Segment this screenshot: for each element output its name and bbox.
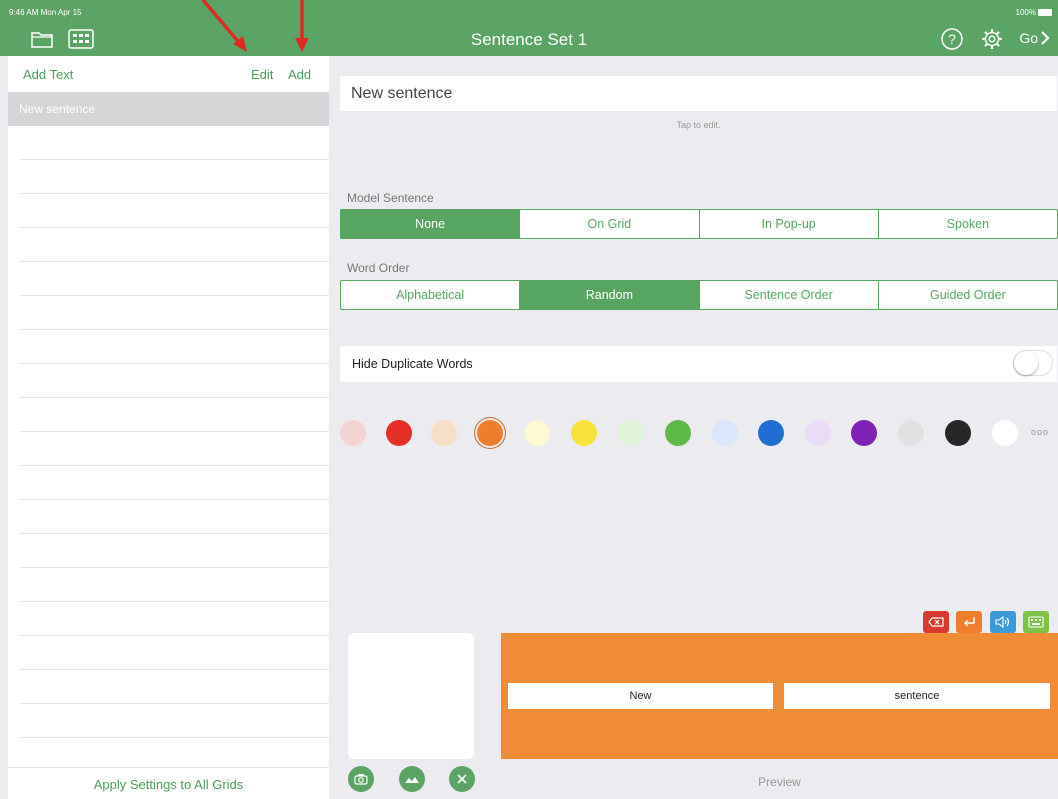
model-option-in-popup[interactable]: In Pop-up [698, 210, 878, 238]
more-colors-button[interactable]: ooo [1031, 427, 1049, 437]
model-sentence-label: Model Sentence [347, 191, 434, 205]
color-swatch[interactable] [571, 420, 597, 446]
preview-label: Preview [758, 775, 801, 789]
color-swatch[interactable] [665, 420, 691, 446]
preview-word[interactable]: sentence [784, 683, 1050, 709]
go-button[interactable]: Go [1019, 30, 1050, 46]
model-sentence-control: None On Grid In Pop-up Spoken [340, 209, 1058, 239]
edit-button[interactable]: Edit [251, 67, 273, 82]
page-title: Sentence Set 1 [470, 30, 588, 49]
color-swatch[interactable] [945, 420, 971, 446]
order-option-guided[interactable]: Guided Order [877, 281, 1057, 309]
preview-word[interactable]: New [508, 683, 773, 709]
hide-duplicates-label: Hide Duplicate Words [352, 357, 473, 371]
color-swatch[interactable] [898, 420, 924, 446]
camera-icon[interactable] [348, 766, 374, 792]
svg-text:?: ? [948, 31, 956, 47]
word-order-label: Word Order [347, 261, 410, 275]
chevron-right-icon [1041, 31, 1050, 45]
order-option-sentence[interactable]: Sentence Order [698, 281, 878, 309]
word-order-control: Alphabetical Random Sentence Order Guide… [340, 280, 1058, 310]
empty-list-rows [20, 126, 329, 766]
sidebar-header: Add Text Edit Add [8, 56, 329, 92]
sidebar: Add Text Edit Add New sentence Apply Set… [8, 56, 329, 799]
sidebar-item-new-sentence[interactable]: New sentence [8, 92, 329, 126]
battery-icon [1038, 9, 1052, 16]
apply-settings-button[interactable]: Apply Settings to All Grids [8, 767, 329, 799]
color-swatch[interactable] [805, 420, 831, 446]
color-swatch[interactable] [340, 420, 366, 446]
delete-word-icon[interactable] [923, 611, 949, 633]
clear-image-icon[interactable] [449, 766, 475, 792]
sentence-field[interactable]: New sentence [340, 76, 1057, 111]
order-option-alphabetical[interactable]: Alphabetical [341, 281, 519, 309]
editor-panel: New sentence Tap to edit. Model Sentence… [329, 56, 1058, 799]
hide-duplicates-toggle[interactable] [1013, 350, 1053, 376]
help-icon[interactable]: ? [939, 28, 965, 50]
add-text-button[interactable]: Add Text [23, 67, 73, 82]
model-option-none[interactable]: None [341, 210, 520, 238]
image-card[interactable] [348, 633, 474, 759]
color-swatch[interactable] [524, 420, 550, 446]
color-swatch[interactable] [758, 420, 784, 446]
model-option-spoken[interactable]: Spoken [877, 210, 1057, 238]
hide-duplicates-row: Hide Duplicate Words [340, 346, 1057, 382]
go-label: Go [1019, 30, 1038, 46]
color-swatch[interactable] [431, 420, 457, 446]
keyboard-icon[interactable] [1023, 611, 1049, 633]
status-time: 9:46 AM Mon Apr 15 [9, 8, 82, 17]
color-swatch[interactable] [992, 420, 1018, 446]
add-button[interactable]: Add [288, 67, 311, 82]
speak-icon[interactable] [990, 611, 1016, 633]
return-icon[interactable] [956, 611, 982, 633]
status-battery: 100% [1016, 8, 1052, 17]
preview-area: New sentence [501, 633, 1058, 759]
top-bar: 9:46 AM Mon Apr 15 100% Sentence Set 1 ?… [0, 0, 1058, 56]
color-swatch[interactable] [386, 420, 412, 446]
battery-percent: 100% [1015, 8, 1036, 17]
color-swatch[interactable] [618, 420, 644, 446]
color-swatch[interactable] [712, 420, 738, 446]
image-library-icon[interactable] [399, 766, 425, 792]
model-option-on-grid[interactable]: On Grid [519, 210, 698, 238]
order-option-random[interactable]: Random [519, 281, 699, 309]
sidebar-item-label: New sentence [19, 102, 96, 116]
tap-hint: Tap to edit. [676, 120, 721, 130]
color-swatch[interactable] [851, 420, 877, 446]
color-swatch[interactable] [477, 420, 503, 446]
gear-icon[interactable] [979, 28, 1005, 50]
